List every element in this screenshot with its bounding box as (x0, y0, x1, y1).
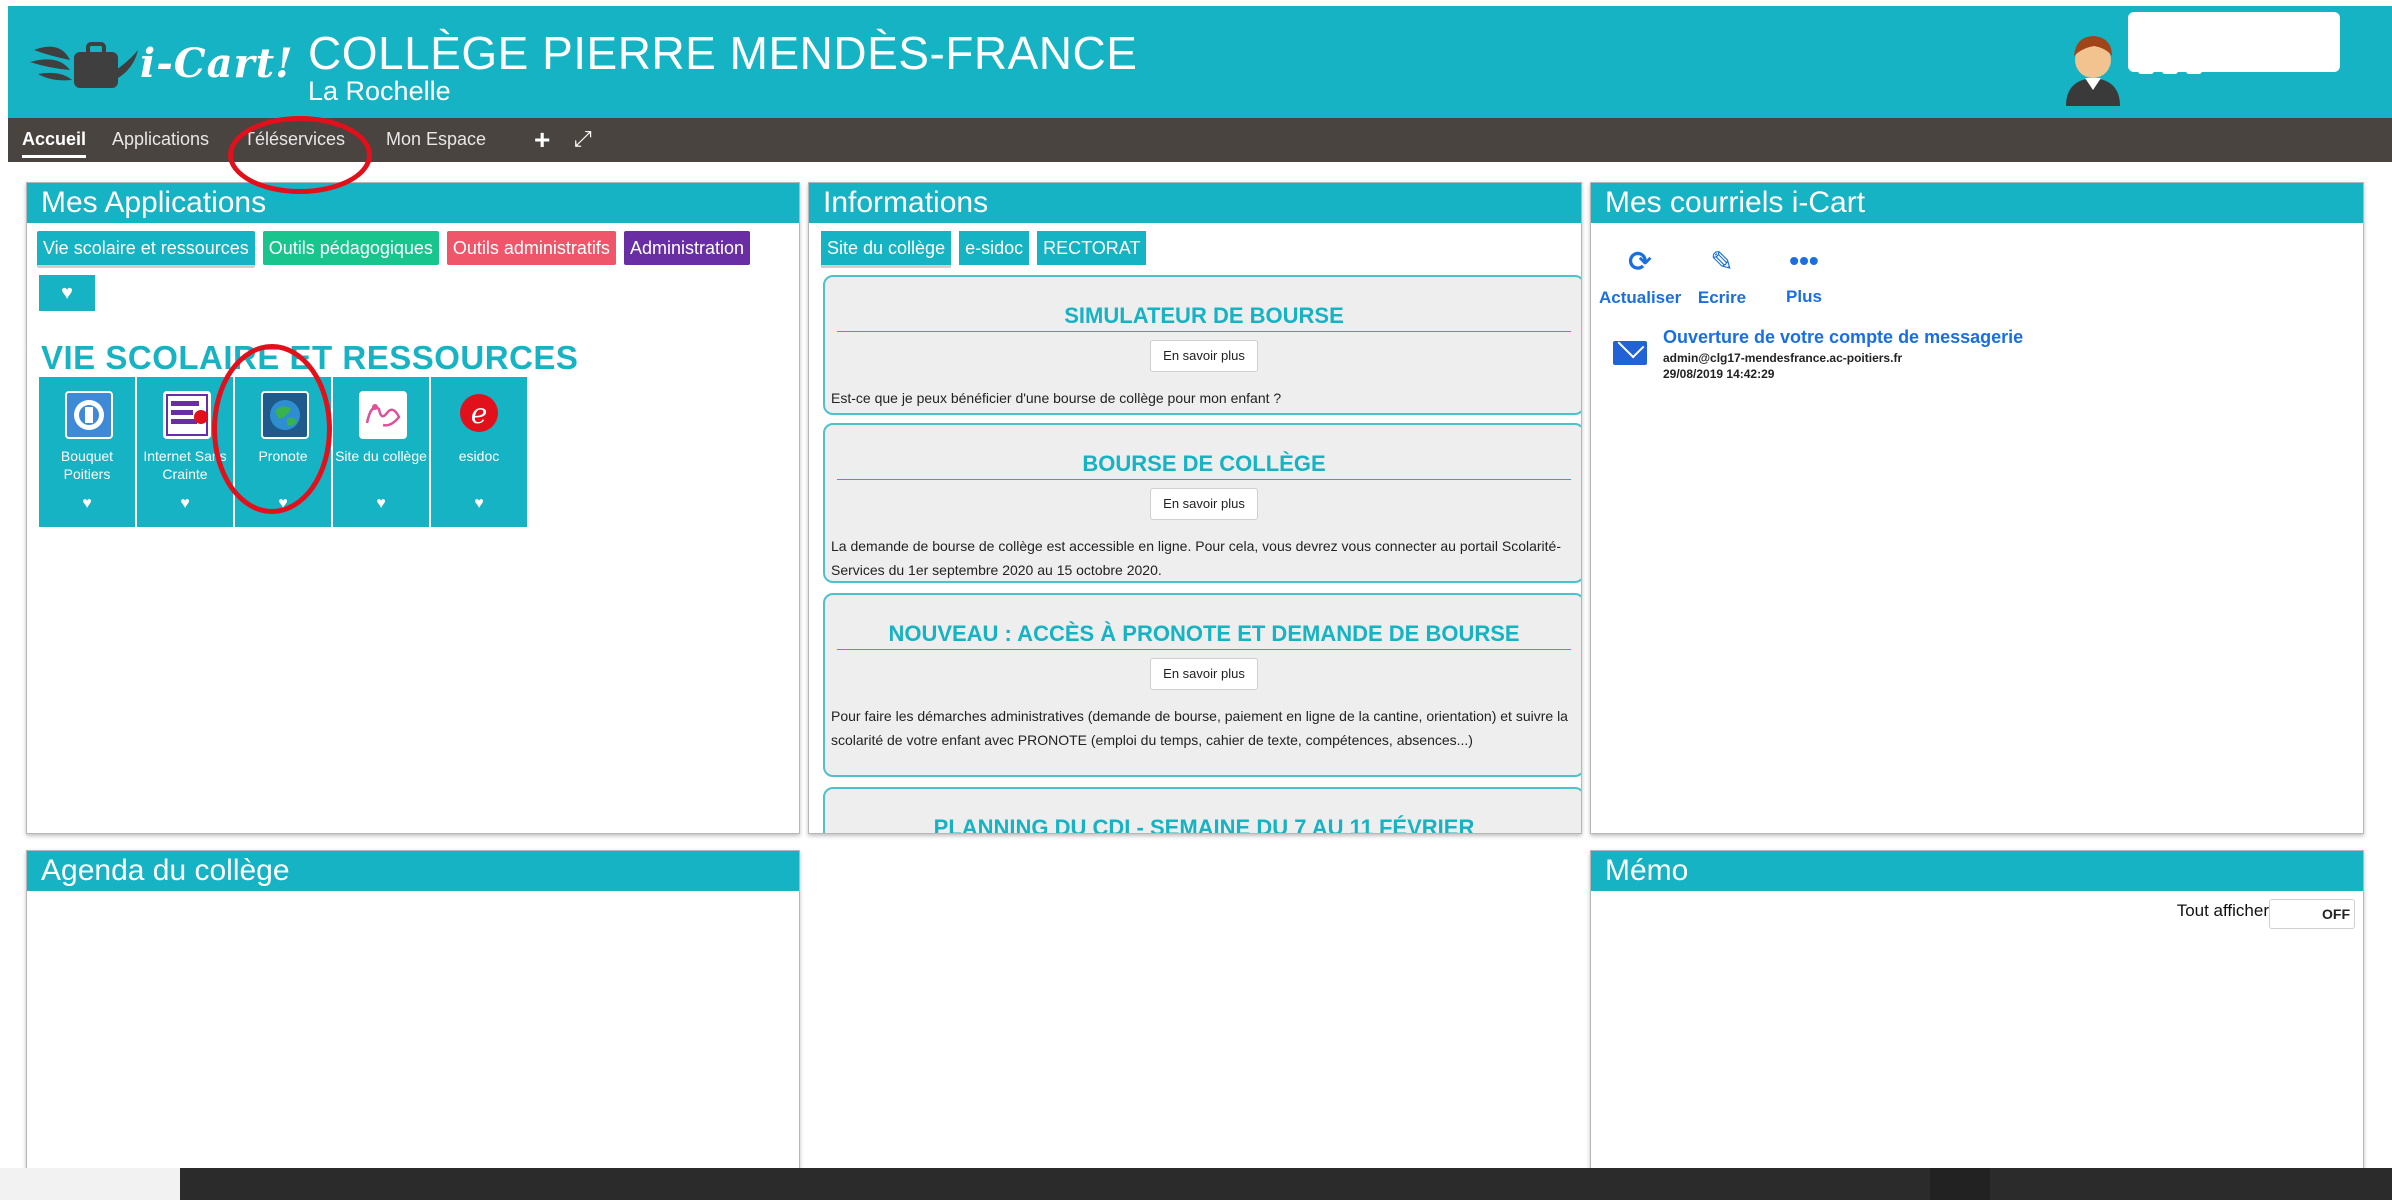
heart-icon[interactable]: ♥ (333, 495, 429, 513)
section-title: VIE SCOLAIRE ET RESSOURCES (41, 339, 579, 376)
school-name: COLLÈGE PIERRE MENDÈS-FRANCE (308, 27, 1138, 79)
more-button[interactable]: En savoir plus (1150, 658, 1258, 690)
app-tile-pronote[interactable]: Pronote ♥ (235, 377, 331, 527)
app-tile-label: esidoc (458, 448, 500, 464)
tab-vie-scolaire[interactable]: Vie scolaire et ressources (37, 231, 255, 268)
tab-e-sidoc[interactable]: e-sidoc (959, 231, 1030, 265)
heart-icon: ♥ (61, 282, 73, 304)
memo-panel: Mémo Tout afficher OFF (1590, 850, 2364, 1182)
more-label: Plus (1786, 287, 1822, 306)
favorites-button[interactable]: ♥ (39, 275, 95, 311)
news-text: La demande de bourse de collège est acce… (831, 538, 1561, 578)
tab-outils-administratifs[interactable]: Outils administratifs (446, 231, 616, 265)
app-tile-site-college[interactable]: Site du collège ♥ (333, 377, 429, 527)
applications-panel: Mes Applications Vie scolaire et ressour… (26, 182, 800, 834)
taskbar-thumbnail[interactable] (0, 1168, 180, 1200)
heart-icon[interactable]: ♥ (39, 495, 135, 513)
user-avatar-icon[interactable] (2058, 26, 2128, 106)
more-button[interactable]: En savoir plus (1150, 488, 1258, 520)
tab-outils-pedagogiques[interactable]: Outils pédagogiques (262, 231, 439, 265)
news-title: BOURSE DE COLLÈGE (837, 451, 1571, 480)
app-tile-bouquet-poitiers[interactable]: Bouquet Poitiers ♥ (39, 377, 135, 527)
nav-teleservices[interactable]: Téléservices (244, 118, 345, 162)
pronote-globe-icon (261, 391, 309, 439)
info-tabs: Site du collège e-sidoc RECTORAT (821, 231, 1147, 268)
marianne-icon (65, 391, 113, 439)
os-taskbar (0, 1168, 2392, 1200)
category-tabs: Vie scolaire et ressources Outils pédago… (37, 231, 750, 268)
news-card: NOUVEAU : ACCÈS À PRONOTE ET DEMANDE DE … (823, 593, 1581, 777)
app-tile-label: Pronote (258, 448, 308, 464)
news-title: NOUVEAU : ACCÈS À PRONOTE ET DEMANDE DE … (837, 621, 1571, 650)
app-tiles: Bouquet Poitiers ♥ Internet Sans Crainte… (39, 377, 527, 527)
news-card: BOURSE DE COLLÈGE En savoir plus La dema… (823, 423, 1581, 583)
news-card: PLANNING DU CDI - SEMAINE DU 7 AU 11 FÉV… (823, 787, 1581, 833)
more-icon: ••• (1789, 245, 1819, 276)
show-all-label: Tout afficher (2176, 901, 2269, 920)
memo-panel-title: Mémo (1591, 851, 2363, 891)
heart-icon[interactable]: ♥ (137, 495, 233, 513)
svg-text:e: e (471, 397, 488, 430)
mail-panel-title: Mes courriels i-Cart (1591, 183, 2363, 223)
more-button[interactable]: ••• Plus (1763, 245, 1845, 308)
settings-icon[interactable] (2162, 58, 2178, 74)
toggle-state: OFF (2322, 906, 2350, 922)
bag-wings-icon (30, 42, 138, 88)
mail-sender: admin@clg17-mendesfrance.ac-poitiers.fr (1663, 351, 1903, 365)
expand-icon[interactable]: ⤢ (574, 126, 592, 152)
mail-panel: Mes courriels i-Cart ⟳ Actualiser ✎ Ecri… (1590, 182, 2364, 834)
logout-icon[interactable] (2186, 58, 2202, 74)
taskbar-divider (1930, 1168, 1990, 1200)
informations-panel-title: Informations (809, 183, 1581, 223)
news-title: PLANNING DU CDI - SEMAINE DU 7 AU 11 FÉV… (837, 815, 1571, 833)
nav-accueil[interactable]: Accueil (22, 118, 87, 162)
add-page-icon[interactable]: + (534, 124, 550, 156)
user-tool-icons[interactable] (2138, 58, 2202, 74)
compose-icon: ✎ (1710, 246, 1734, 277)
agenda-panel-title: Agenda du collège (27, 851, 799, 891)
tab-administration[interactable]: Administration (623, 231, 750, 265)
header-bar: i-Cart! COLLÈGE PIERRE MENDÈS-FRANCE La … (8, 6, 2392, 118)
news-text: Pour faire les démarches administratives… (831, 708, 1568, 748)
pink-drawing-icon (359, 391, 407, 439)
internet-sans-crainte-icon (163, 391, 211, 439)
app-tile-internet-sans-crainte[interactable]: Internet Sans Crainte ♥ (137, 377, 233, 527)
mail-date: 29/08/2019 14:42:29 (1663, 367, 1775, 381)
heart-icon[interactable]: ♥ (235, 495, 331, 513)
nav-applications[interactable]: Applications (112, 118, 209, 162)
news-card: SIMULATEUR DE BOURSE En savoir plus Est-… (823, 275, 1581, 415)
show-all-toggle[interactable]: OFF (2269, 899, 2355, 929)
mail-actions: ⟳ Actualiser ✎ Ecrire ••• Plus (1599, 245, 1845, 308)
more-button[interactable]: En savoir plus (1150, 340, 1258, 372)
esidoc-icon: e (457, 391, 501, 435)
app-tile-label: Site du collège (335, 448, 427, 464)
news-title: SIMULATEUR DE BOURSE (837, 303, 1571, 332)
app-tile-esidoc[interactable]: e esidoc ♥ (431, 377, 527, 527)
envelope-icon (1613, 341, 1647, 365)
refresh-label: Actualiser (1599, 288, 1682, 307)
tab-rectorat[interactable]: RECTORAT (1037, 231, 1147, 265)
tab-site-college[interactable]: Site du collège (821, 231, 952, 268)
nav-mon-espace[interactable]: Mon Espace (386, 118, 486, 162)
applications-panel-title: Mes Applications (27, 183, 799, 223)
informations-panel: Informations Site du collège e-sidoc REC… (808, 182, 1582, 834)
icart-logo[interactable]: i-Cart! (30, 30, 300, 102)
news-text: Est-ce que je peux bénéficier d'une bour… (831, 390, 1282, 406)
main-nav: Accueil Applications Téléservices Mon Es… (8, 118, 2392, 162)
logo-text: i-Cart! (140, 40, 294, 87)
compose-label: Ecrire (1697, 288, 1747, 307)
refresh-button[interactable]: ⟳ Actualiser (1599, 245, 1681, 308)
mail-subject[interactable]: Ouverture de votre compte de messagerie (1663, 327, 2023, 348)
app-tile-label: Internet Sans Crainte (143, 448, 227, 482)
school-city: La Rochelle (308, 76, 451, 106)
lock-icon[interactable] (2138, 58, 2154, 74)
refresh-icon: ⟳ (1628, 246, 1652, 277)
compose-button[interactable]: ✎ Ecrire (1681, 245, 1763, 308)
heart-icon[interactable]: ♥ (431, 495, 527, 513)
app-tile-label: Bouquet Poitiers (60, 448, 114, 482)
agenda-panel: Agenda du collège (26, 850, 800, 1182)
